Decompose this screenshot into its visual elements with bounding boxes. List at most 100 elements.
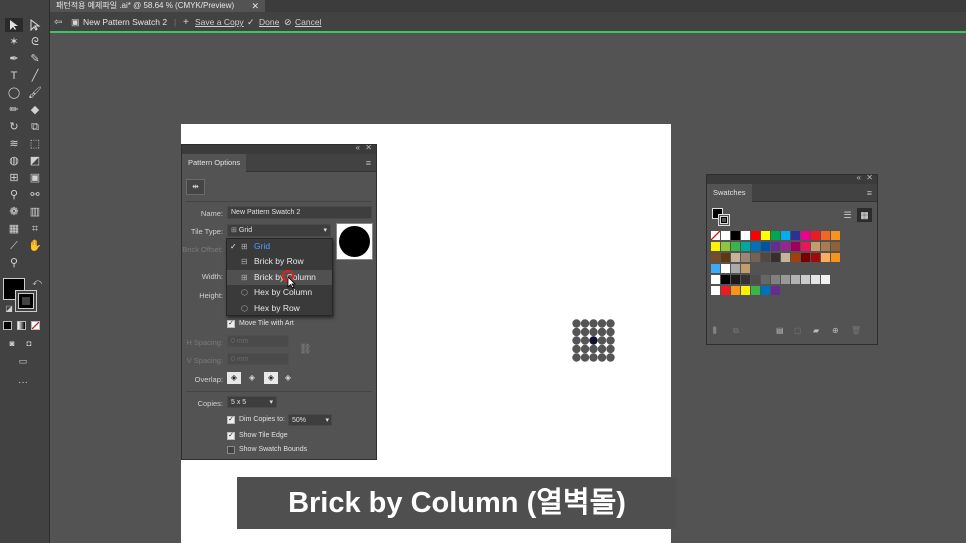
mesh-tool-icon[interactable]: ⊞	[5, 171, 23, 185]
column-graph-tool-icon[interactable]: ▥	[26, 205, 44, 219]
pattern-copy-circle[interactable]	[572, 336, 581, 345]
color-swatch[interactable]	[751, 242, 760, 251]
pattern-copy-circle[interactable]	[597, 344, 607, 354]
screen-mode-icon[interactable]: ▭	[14, 354, 32, 368]
color-swatch[interactable]	[741, 286, 750, 295]
swap-colors-icon[interactable]: ⤺	[28, 275, 46, 289]
color-swatch[interactable]	[721, 264, 730, 273]
color-swatch[interactable]	[731, 242, 740, 251]
color-swatch[interactable]	[791, 231, 800, 240]
collapse-icon[interactable]: «	[857, 173, 861, 182]
slice-tool-icon[interactable]: ⟋	[5, 239, 23, 253]
tile-type-option-brick-row[interactable]: ⊟ Brick by Row	[227, 254, 332, 269]
tile-type-option-hex-column[interactable]: ⬡ Hex by Column	[227, 285, 332, 300]
pattern-copy-circle[interactable]	[597, 353, 607, 362]
panel-menu-icon[interactable]: ≡	[867, 188, 872, 198]
v-spacing-field[interactable]: 0 mm	[227, 353, 289, 365]
color-swatch[interactable]	[781, 275, 790, 284]
pattern-copy-circle[interactable]	[589, 327, 598, 337]
color-swatch[interactable]	[831, 231, 840, 240]
color-swatch[interactable]	[731, 275, 740, 284]
h-spacing-field[interactable]: 0 mm	[227, 335, 289, 347]
show-swatch-bounds-checkbox[interactable]	[227, 446, 235, 454]
hand-tool-icon[interactable]: ✋	[26, 239, 44, 253]
close-icon[interactable]: ✕	[365, 143, 372, 152]
color-swatch[interactable]	[741, 242, 750, 251]
close-icon[interactable]: ✕	[251, 0, 259, 12]
color-swatch[interactable]	[751, 231, 760, 240]
color-swatch[interactable]	[721, 231, 730, 240]
gradient-tool-icon[interactable]: ▣	[26, 171, 44, 185]
pattern-copy-circle[interactable]	[580, 319, 590, 328]
color-swatch[interactable]	[711, 242, 720, 251]
pattern-preview[interactable]	[572, 319, 616, 363]
paintbrush-tool-icon[interactable]: 🖌	[26, 86, 44, 100]
color-swatch[interactable]	[821, 253, 830, 262]
artboard-tool-icon[interactable]: ⌗	[26, 222, 44, 236]
pattern-copy-circle[interactable]	[606, 336, 615, 345]
color-swatch[interactable]	[761, 242, 770, 251]
default-colors-icon[interactable]: ◪	[0, 302, 18, 316]
color-swatch[interactable]	[731, 231, 740, 240]
draw-normal-icon[interactable]: ◙	[3, 337, 21, 351]
show-kinds-icon[interactable]: ⧉	[733, 326, 739, 336]
document-tab[interactable]: 패턴적용 예제파일 .ai* @ 58.64 % (CMYK/Preview) …	[50, 0, 265, 12]
swatch-options-icon[interactable]: ▤	[776, 326, 784, 335]
move-tile-checkbox[interactable]: ✓	[227, 320, 235, 328]
right-in-front-icon[interactable]: ◈	[245, 372, 259, 384]
new-group-folder-icon[interactable]: ▰	[813, 326, 819, 335]
pattern-copy-circle[interactable]	[606, 327, 615, 337]
color-swatch[interactable]	[761, 286, 770, 295]
trash-icon[interactable]: 🗑	[851, 326, 861, 335]
free-transform-tool-icon[interactable]: ⬚	[26, 137, 44, 151]
color-swatch[interactable]	[741, 231, 750, 240]
pattern-copy-circle[interactable]	[572, 353, 581, 362]
draw-behind-icon[interactable]: ◘	[20, 337, 38, 351]
close-icon[interactable]: ✕	[866, 173, 873, 182]
color-swatch[interactable]	[781, 242, 790, 251]
color-swatch[interactable]	[791, 275, 800, 284]
type-tool-icon[interactable]: T	[5, 69, 23, 83]
new-swatch-icon[interactable]: ⊕	[832, 326, 839, 335]
pattern-copy-circle[interactable]	[580, 327, 590, 337]
tile-type-option-grid[interactable]: ✓ ⊞ Grid	[227, 239, 332, 254]
selection-tool-icon[interactable]	[5, 18, 23, 32]
panel-menu-icon[interactable]: ≡	[366, 158, 371, 168]
show-tile-edge-checkbox[interactable]: ✓	[227, 432, 235, 440]
pattern-copy-circle[interactable]	[580, 353, 590, 362]
color-swatch[interactable]	[801, 231, 810, 240]
color-swatch[interactable]	[801, 253, 810, 262]
line-tool-icon[interactable]: ╱	[26, 69, 44, 83]
pencil-tool-icon[interactable]: ✏	[5, 103, 23, 117]
color-swatch[interactable]	[811, 231, 820, 240]
color-swatch[interactable]	[711, 275, 720, 284]
color-swatch[interactable]	[731, 253, 740, 262]
color-swatch[interactable]	[711, 231, 720, 240]
color-swatch[interactable]	[741, 264, 750, 273]
list-view-icon[interactable]: ☰	[841, 209, 854, 221]
bottom-in-front-icon[interactable]: ◈	[281, 372, 295, 384]
color-swatch[interactable]	[801, 242, 810, 251]
pattern-copy-circle[interactable]	[606, 319, 615, 328]
color-swatch[interactable]	[771, 242, 780, 251]
gradient-mode-icon[interactable]	[17, 321, 26, 330]
color-swatch[interactable]	[771, 253, 780, 262]
exit-pattern-icon[interactable]: ⇦	[54, 12, 62, 33]
color-swatch[interactable]	[771, 286, 780, 295]
pattern-copy-circle[interactable]	[597, 327, 607, 337]
color-swatch[interactable]	[821, 231, 830, 240]
stroke-color-swatch[interactable]	[718, 214, 730, 226]
color-swatch[interactable]	[721, 242, 730, 251]
color-swatch[interactable]	[751, 275, 760, 284]
tile-type-select[interactable]: ⊞ Grid ▾	[227, 224, 331, 237]
done-link[interactable]: Done	[259, 12, 279, 33]
name-field[interactable]: New Pattern Swatch 2	[227, 206, 372, 219]
color-swatch[interactable]	[721, 286, 730, 295]
shape-builder-tool-icon[interactable]: ◍	[5, 154, 23, 168]
color-swatch[interactable]	[801, 275, 810, 284]
tab-swatches[interactable]: Swatches	[707, 184, 752, 202]
collapse-icon[interactable]: «	[356, 143, 360, 152]
color-swatch[interactable]	[711, 264, 720, 273]
link-spacing-icon[interactable]: ⛓	[299, 344, 312, 355]
pattern-copy-circle[interactable]	[572, 327, 581, 337]
